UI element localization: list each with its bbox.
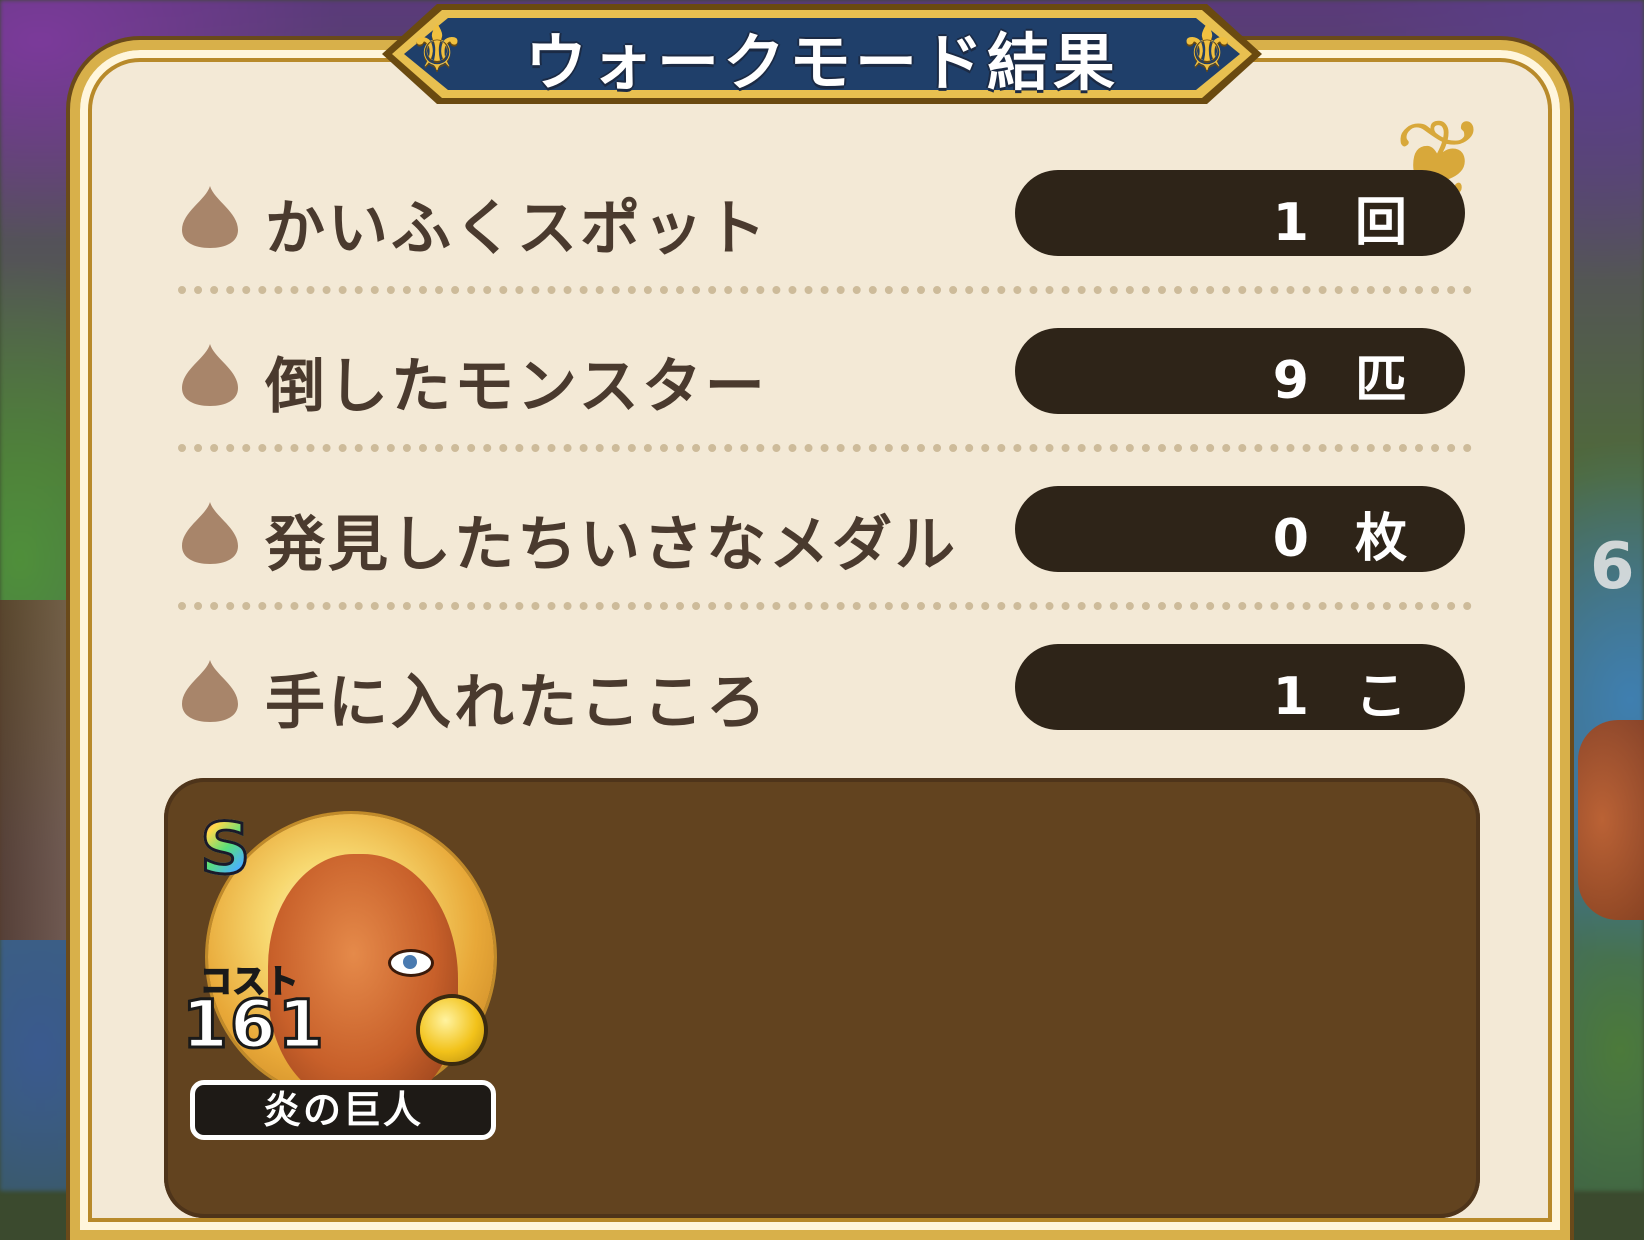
page-title: ウォークモード結果 [524, 26, 1119, 99]
stat-label: かいふくスポット [265, 194, 769, 264]
drop-bullet-icon [182, 502, 238, 564]
stat-value: 0 枚 [1272, 509, 1421, 569]
stat-row-heal-spots: かいふくスポット 1 回 [178, 170, 1472, 294]
heart-card[interactable]: S コスト 161 炎の巨人 [181, 807, 510, 1148]
stat-value-pill: 1 こ [1015, 644, 1465, 730]
gold-coin-icon [420, 998, 484, 1062]
dotted-divider [178, 286, 1472, 294]
stat-value: 1 こ [1272, 667, 1421, 727]
cost-value: 161 [181, 985, 326, 1065]
background-monster [1578, 720, 1644, 920]
stats-list: かいふくスポット 1 回 倒したモンスター 9 匹 発見したちいさなメダル 0 … [178, 170, 1472, 802]
stat-value-pill: 0 枚 [1015, 486, 1465, 572]
stat-row-medals-found: 発見したちいさなメダル 0 枚 [178, 486, 1472, 610]
stat-label: 手に入れたこころ [265, 668, 769, 738]
rank-badge: S [198, 807, 251, 892]
stat-value-pill: 1 回 [1015, 170, 1465, 256]
title-banner: ⚜ ⚜ ウォークモード結果 [352, 0, 1292, 108]
background-building [0, 600, 70, 940]
dotted-divider [178, 602, 1472, 610]
monster-name: 炎の巨人 [190, 1080, 496, 1140]
stat-label: 発見したちいさなメダル [265, 510, 958, 580]
stat-row-hearts-obtained: 手に入れたこころ 1 こ [180, 644, 1470, 762]
drop-bullet-icon [182, 344, 238, 406]
stat-label: 倒したモンスター [265, 352, 768, 422]
monster-eye-icon [388, 949, 434, 977]
drop-bullet-icon [182, 186, 238, 248]
drop-bullet-icon [182, 660, 238, 722]
stat-value: 9 匹 [1272, 351, 1421, 411]
dotted-divider [178, 444, 1472, 452]
stat-value-pill: 9 匹 [1015, 328, 1465, 414]
stat-value: 1 回 [1272, 193, 1421, 253]
stat-row-monsters-defeated: 倒したモンスター 9 匹 [178, 328, 1472, 452]
background-number: 6 [1590, 530, 1635, 604]
